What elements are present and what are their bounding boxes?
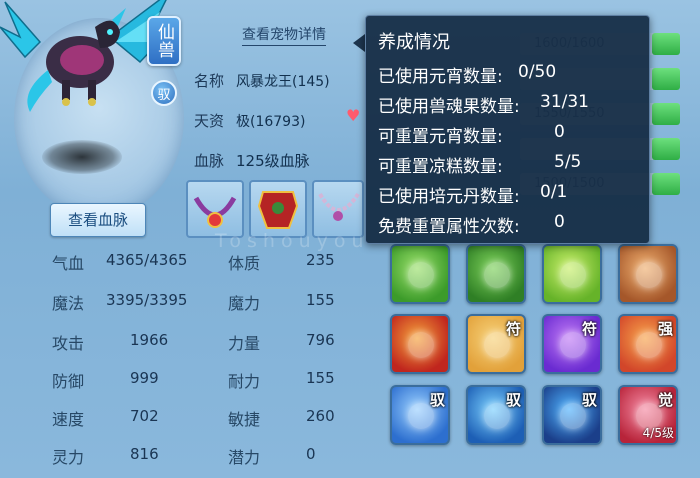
- shield-emblem-icon: [560, 262, 586, 288]
- tooltip-row-value: 0/1: [540, 182, 568, 202]
- scroll-strike-icon: [408, 332, 434, 358]
- skill-slot[interactable]: 强: [618, 314, 678, 374]
- stat-label: 魔法: [52, 294, 85, 313]
- stat-label: 防御: [52, 372, 85, 391]
- stat-value: 3395/3395: [106, 291, 188, 309]
- skill-slot[interactable]: [618, 244, 678, 304]
- armor-icon: [257, 191, 299, 229]
- skill-slot[interactable]: 驭: [466, 385, 526, 445]
- bloodline-label: 血脉: [194, 152, 225, 170]
- stat-label: 潜力: [228, 448, 261, 467]
- stat-label: 攻击: [52, 334, 85, 353]
- skill-slot[interactable]: 符: [466, 314, 526, 374]
- stat-value: 260: [306, 407, 335, 425]
- stat-label: 速度: [52, 410, 85, 429]
- stat-label: 敏捷: [228, 410, 261, 429]
- view-pet-details-link[interactable]: 查看宠物详情: [242, 25, 326, 46]
- skill-tag: 驭: [581, 391, 597, 409]
- view-bloodline-button[interactable]: 查看血脉: [50, 203, 146, 237]
- aptitude-value: 极(16793): [236, 114, 306, 130]
- skill-slot[interactable]: [466, 244, 526, 304]
- attribute-bar-fill: [652, 68, 680, 90]
- stat-value: 155: [306, 369, 335, 387]
- attribute-bar-fill: [652, 103, 680, 125]
- pet-name: 风暴龙王(145): [236, 74, 330, 90]
- stat-label: 魔力: [228, 294, 261, 313]
- tooltip-row-label: 免费重置属性次数:: [378, 217, 520, 237]
- watermark-text: Toshouyou: [215, 230, 370, 252]
- skill-tag: 符: [505, 320, 521, 338]
- tooltip-row-label: 已使用元宵数量:: [378, 67, 503, 87]
- skill-slot[interactable]: 驭: [390, 385, 450, 445]
- stat-value: 1966: [130, 331, 169, 349]
- skill-tag: 觉: [657, 391, 673, 409]
- stat-value: 0: [306, 445, 316, 463]
- tooltip-row-value: 0/50: [518, 62, 557, 82]
- tooltip-row-value: 5/5: [554, 152, 582, 172]
- stat-label: 力量: [228, 334, 261, 353]
- skill-tag: 驭: [505, 391, 521, 409]
- bloodline-value: 125级血脉: [236, 152, 310, 170]
- skill-slot[interactable]: [542, 244, 602, 304]
- stat-label: 灵力: [52, 448, 85, 467]
- pet-type-badge: 仙兽: [147, 16, 181, 66]
- chain-icon: [318, 192, 360, 221]
- stat-value: 4365/4365: [106, 251, 188, 269]
- boot-icon: [636, 262, 662, 288]
- attribute-bar-fill: [652, 33, 680, 55]
- stat-value: 796: [306, 331, 335, 349]
- skill-slot[interactable]: [390, 244, 450, 304]
- stat-label: 气血: [52, 254, 85, 273]
- warrior-strike-icon: [484, 262, 510, 288]
- skill-level: 4/5级: [642, 426, 674, 440]
- stat-value: 702: [130, 407, 159, 425]
- stat-value: 999: [130, 369, 159, 387]
- tame-badge: 驭: [151, 80, 177, 106]
- tooltip-pointer: [353, 34, 365, 52]
- spirit-aura-icon: [408, 262, 434, 288]
- skill-slot[interactable]: 驭: [542, 385, 602, 445]
- skill-tag: 驭: [429, 391, 445, 409]
- necklace-icon: [193, 196, 237, 228]
- aptitude-label: 天资: [194, 112, 225, 130]
- skill-tag: 强: [657, 320, 673, 338]
- tooltip-row-value: 0: [554, 212, 565, 232]
- stat-value: 816: [130, 445, 159, 463]
- pet-shadow: [42, 140, 122, 174]
- cultivation-tooltip: 养成情况 已使用元宵数量: 0/50 已使用兽魂果数量: 31/31 可重置元宵数量: 0…: [365, 15, 650, 244]
- tooltip-row-value: 31/31: [540, 92, 589, 112]
- name-label: 名称: [194, 72, 225, 90]
- tooltip-title: 养成情况: [378, 32, 450, 53]
- skill-slot[interactable]: 符: [542, 314, 602, 374]
- stat-label: 体质: [228, 254, 261, 273]
- tooltip-row-label: 已使用培元丹数量:: [378, 187, 520, 207]
- skill-slot[interactable]: [390, 314, 450, 374]
- skill-tag: 符: [581, 320, 597, 338]
- tooltip-row-label: 可重置凉糕数量:: [378, 157, 503, 177]
- stat-value: 235: [306, 251, 335, 269]
- skill-slot[interactable]: 觉 4/5级: [618, 385, 678, 445]
- tooltip-row-value: 0: [554, 122, 565, 142]
- tooltip-row-label: 已使用兽魂果数量:: [378, 97, 520, 117]
- heart-icon[interactable]: ♥: [346, 108, 362, 124]
- attribute-bar-fill: [652, 173, 680, 195]
- stat-value: 155: [306, 291, 335, 309]
- attribute-bar-fill: [652, 138, 680, 160]
- tooltip-row-label: 可重置元宵数量:: [378, 127, 503, 147]
- stat-label: 耐力: [228, 372, 261, 391]
